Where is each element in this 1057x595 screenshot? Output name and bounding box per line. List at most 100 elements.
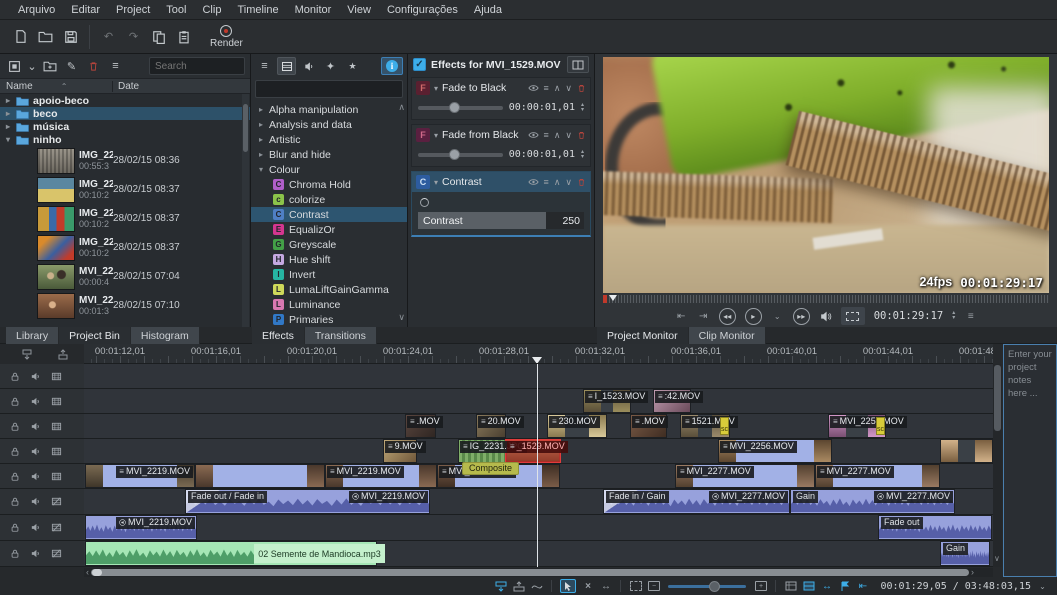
- fade-duration-value[interactable]: 00:00:01,01: [509, 149, 575, 160]
- tab-clip-monitor[interactable]: Clip Monitor: [689, 327, 766, 344]
- timeline-clip[interactable]: ≡MVI_2219.MOV: [325, 464, 437, 488]
- effect-item-contrast[interactable]: CContrast: [251, 207, 407, 222]
- video-track-icon[interactable]: [51, 446, 62, 457]
- show-video-thumbnails-icon[interactable]: [802, 579, 815, 593]
- undo-icon[interactable]: ↶: [96, 24, 121, 49]
- fit-zoom-icon[interactable]: [629, 579, 642, 593]
- video-track-icon[interactable]: [51, 421, 62, 432]
- timeline-position-timecode[interactable]: 00:01:29,05 / 03:48:03,15: [880, 581, 1031, 592]
- effect-category-colour[interactable]: ▾Colour: [251, 162, 407, 177]
- timeline-clip[interactable]: ≡9.MOV: [383, 439, 417, 463]
- edit-clip-icon[interactable]: ✎: [62, 57, 81, 75]
- copy-icon[interactable]: [146, 24, 171, 49]
- timeline-clip[interactable]: ≡.MOV: [630, 414, 667, 438]
- timeline-clip[interactable]: ≡20.MOV: [476, 414, 506, 438]
- value-spinner[interactable]: ▴▾: [581, 150, 584, 160]
- monitor-audio-icon[interactable]: [819, 309, 832, 323]
- bin-menu-icon[interactable]: ≡: [106, 57, 125, 75]
- menu-project[interactable]: Project: [108, 2, 158, 18]
- collapse-arrow-icon[interactable]: ▾: [434, 131, 438, 140]
- timeline-clip[interactable]: Gain: [940, 541, 990, 566]
- bin-column-headers[interactable]: Name⌃ Date: [0, 78, 250, 94]
- effect-item-invert[interactable]: IInvert: [251, 267, 407, 282]
- track-3[interactable]: ≡.MOV≡20.MOV≡230.MOV≡.MOV≡1521.MOVsc≡MVI…: [84, 414, 993, 439]
- razor-tool-icon[interactable]: ×: [581, 579, 594, 593]
- video-track-icon[interactable]: [51, 371, 62, 382]
- timeline-clip[interactable]: ≡230.MOV: [547, 414, 607, 438]
- bin-folder-apoiobeco[interactable]: ▸apoio-beco: [0, 94, 250, 107]
- track-5[interactable]: ≡MVI_2219.MOV≡MVI_2219.MOV≡MVI_1526.MOVC…: [84, 464, 993, 489]
- bin-folder-ninho[interactable]: ▾ninho: [0, 133, 250, 146]
- menu-ajuda[interactable]: Ajuda: [466, 2, 510, 18]
- timeline-clip[interactable]: ≡MVI_1526.MOVComposite: [437, 464, 560, 488]
- eye-icon[interactable]: [528, 178, 539, 186]
- timeline-clip[interactable]: ≡_1529.MOV: [505, 439, 561, 463]
- mute-icon[interactable]: [30, 421, 41, 432]
- timeline-clip[interactable]: MVI_2219.MOVFade out / Fade in: [185, 489, 430, 514]
- menu-view[interactable]: View: [339, 2, 379, 18]
- menu-arquivo[interactable]: Arquivo: [10, 2, 63, 18]
- monitor-seek-ruler[interactable]: [603, 295, 1049, 303]
- timeline-clip[interactable]: Fade out: [878, 515, 992, 540]
- slider-knob[interactable]: [449, 102, 460, 113]
- track-1[interactable]: [84, 364, 993, 389]
- timeline-vertical-scrollbar[interactable]: [993, 364, 1002, 567]
- lock-icon[interactable]: [10, 396, 20, 407]
- move-up-icon[interactable]: ∧: [554, 130, 561, 141]
- bin-clip-row[interactable]: IMG_22300:10:228/02/15 08:37: [0, 204, 250, 233]
- timeline-clip[interactable]: MVI_2219.MOV: [85, 515, 197, 540]
- effect-item-primaries[interactable]: PPrimaries: [251, 312, 407, 327]
- zoom-out-icon[interactable]: −: [647, 579, 660, 593]
- effect-item-colorize[interactable]: ccolorize: [251, 192, 407, 207]
- video-thumbnails-icon[interactable]: [784, 579, 797, 593]
- lock-icon[interactable]: [10, 496, 20, 507]
- play-options-chevron-icon[interactable]: ⌄: [771, 309, 784, 323]
- bin-folder-beco[interactable]: ▸beco: [0, 107, 250, 120]
- track-8[interactable]: 02 Semente de Mandioca.mp3 Gain: [84, 541, 993, 567]
- move-down-icon[interactable]: ∨: [565, 130, 572, 141]
- value-spinner[interactable]: ▴▾: [581, 103, 584, 113]
- effects-search-input[interactable]: [255, 80, 403, 98]
- effects-scroll-down-icon[interactable]: ∨: [398, 312, 405, 323]
- audio-track-icon[interactable]: [51, 522, 62, 533]
- effect-category-artistic[interactable]: ▸Artistic: [251, 132, 407, 147]
- lock-icon[interactable]: [10, 446, 20, 457]
- expand-arrow-icon[interactable]: ▾: [4, 135, 12, 144]
- eye-icon[interactable]: [528, 84, 539, 92]
- timeline-zoom-slider[interactable]: [668, 585, 746, 588]
- move-down-icon[interactable]: ∨: [565, 83, 572, 94]
- effect-menu-icon[interactable]: ≡: [544, 177, 549, 187]
- effect-item-hueshift[interactable]: HHue shift: [251, 252, 407, 267]
- effect-category-analysisanddata[interactable]: ▸Analysis and data: [251, 117, 407, 132]
- timeline-clip[interactable]: ≡MVI_2277.MOV: [675, 464, 815, 488]
- move-up-icon[interactable]: ∧: [554, 83, 561, 94]
- effects-main-icon[interactable]: ≡: [255, 57, 274, 75]
- add-folder-icon[interactable]: [40, 57, 59, 75]
- tab-effects[interactable]: Effects: [252, 327, 305, 344]
- spacer-tool-icon[interactable]: ↔: [599, 579, 612, 593]
- move-up-icon[interactable]: ∧: [554, 177, 561, 188]
- show-description-button[interactable]: i: [381, 57, 403, 75]
- timeline-clip[interactable]: ≡MVI_2277.MOV: [815, 464, 940, 488]
- timeline-clip[interactable]: 02 Semente de Mandioca.mp3: [85, 541, 377, 566]
- tab-histogram[interactable]: Histogram: [131, 327, 200, 344]
- custom-effects-icon[interactable]: ✦: [321, 57, 340, 75]
- audio-effects-icon[interactable]: [299, 57, 318, 75]
- show-audio-thumbnails-icon[interactable]: ↔: [820, 579, 833, 593]
- mute-icon[interactable]: [30, 471, 41, 482]
- param-value[interactable]: 250: [546, 212, 584, 229]
- timeline-ruler[interactable]: 00:01:12,0100:01:16,0100:01:20,0100:01:2…: [84, 344, 993, 364]
- collapse-arrow-icon[interactable]: ▸: [4, 122, 12, 131]
- collapse-arrow-icon[interactable]: ▸: [4, 96, 12, 105]
- new-document-icon[interactable]: [8, 24, 33, 49]
- curve-tool-icon[interactable]: [530, 579, 543, 593]
- video-effects-icon[interactable]: [277, 57, 296, 75]
- timeline-clip[interactable]: [195, 464, 325, 488]
- bin-view-mode-icon[interactable]: [5, 57, 24, 75]
- scroll-down-icon[interactable]: ∨: [994, 554, 1000, 563]
- monitor-timecode[interactable]: 00:01:29:17: [874, 310, 944, 322]
- effect-item-greyscale[interactable]: GGreyscale: [251, 237, 407, 252]
- render-button[interactable]: Render: [210, 24, 243, 49]
- move-down-icon[interactable]: ∨: [565, 177, 572, 188]
- collapse-arrow-icon[interactable]: ▾: [434, 178, 438, 187]
